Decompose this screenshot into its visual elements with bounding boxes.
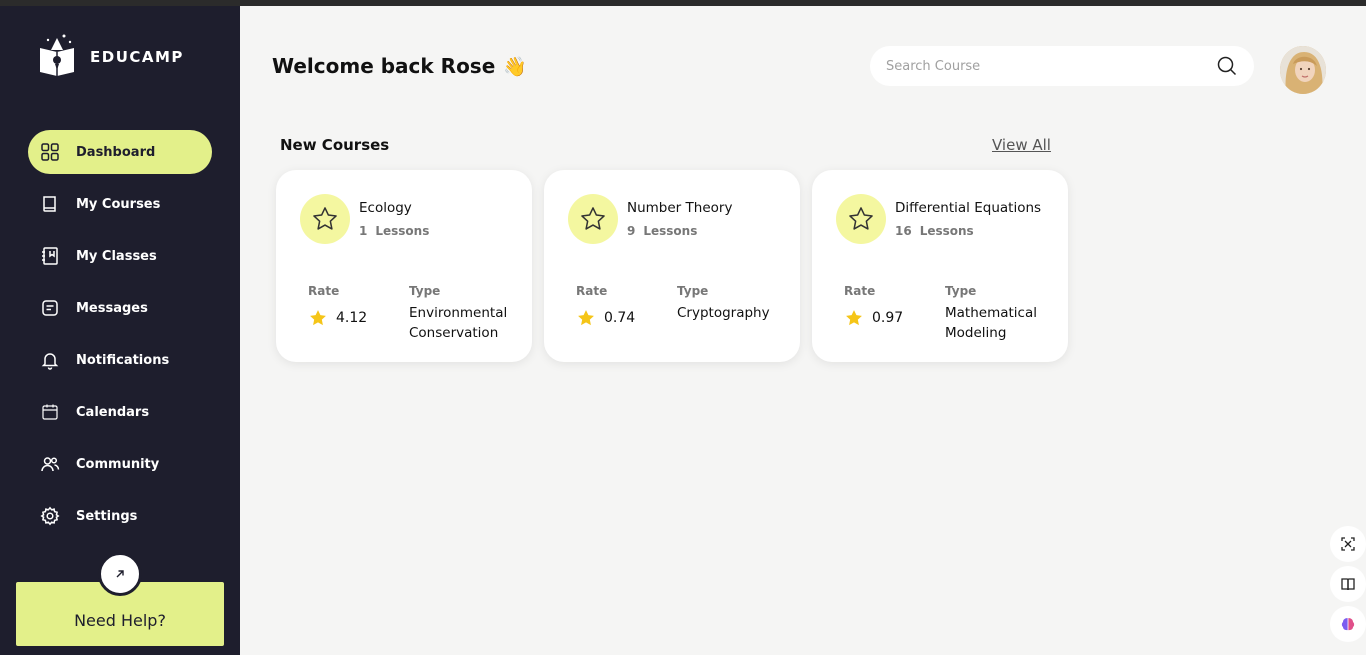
calendar-icon [40, 402, 60, 422]
lessons-label: Lessons [375, 224, 430, 238]
section-title-new-courses: New Courses [280, 136, 390, 154]
star-outline-icon [568, 194, 618, 244]
view-all-link[interactable]: View All [992, 136, 1051, 154]
lessons-label: Lessons [919, 224, 974, 238]
sidebar: EDUCAMP Dashboard My Courses My Classes … [0, 6, 240, 655]
type-label: Type [945, 284, 977, 298]
type-label: Type [677, 284, 709, 298]
course-type: Mathematical Modeling [945, 305, 1037, 341]
user-avatar-image [1280, 46, 1326, 94]
lessons-label: Lessons [643, 224, 698, 238]
sidebar-item-label: My Classes [76, 248, 157, 264]
sidebar-item-dashboard[interactable]: Dashboard [28, 130, 212, 174]
sidebar-item-my-classes[interactable]: My Classes [28, 234, 212, 278]
help-panel: Need Help? [16, 552, 224, 646]
avatar[interactable] [1280, 46, 1326, 94]
sidebar-item-calendars[interactable]: Calendars [28, 390, 212, 434]
star-outline-icon [300, 194, 350, 244]
main-content: Welcome back Rose 👋 New Courses View All… [240, 6, 1366, 655]
grid-icon [40, 142, 60, 162]
message-icon [40, 298, 60, 318]
search-icon[interactable] [1216, 55, 1238, 77]
sidebar-item-label: Dashboard [76, 144, 156, 160]
star-filled-icon [578, 310, 594, 326]
rate-label: Rate [844, 284, 876, 298]
open-book-icon [1341, 578, 1355, 591]
lesson-count: 1 [359, 224, 368, 238]
brand-logo[interactable]: EDUCAMP [34, 30, 184, 78]
notebook-icon [40, 246, 60, 266]
sidebar-item-settings[interactable]: Settings [28, 494, 212, 538]
course-card[interactable]: Ecology 1 Lessons Rate 4.12 Type Environm… [276, 170, 532, 362]
rate-value: 4.12 [336, 310, 368, 326]
course-card-list: Ecology 1 Lessons Rate 4.12 Type Environm… [276, 170, 1080, 362]
bell-icon [40, 350, 60, 370]
sidebar-item-label: My Courses [76, 196, 161, 212]
sidebar-item-label: Settings [76, 508, 138, 524]
sidebar-item-notifications[interactable]: Notifications [28, 338, 212, 382]
brain-icon [1341, 618, 1355, 631]
book-icon [40, 194, 60, 214]
book-logo-icon [40, 34, 74, 76]
course-type: Cryptography [677, 305, 770, 321]
course-title: Number Theory [627, 200, 733, 216]
rate-label: Rate [576, 284, 608, 298]
search-bar [870, 46, 1254, 86]
lesson-count: 16 [895, 224, 912, 238]
star-filled-icon [846, 310, 862, 326]
help-link-button[interactable] [98, 552, 142, 596]
star-filled-icon [310, 310, 326, 326]
course-type: Environmental Conservation [409, 305, 508, 341]
course-rate: 0.74 [576, 308, 635, 328]
users-icon [40, 454, 60, 474]
sidebar-item-label: Messages [76, 300, 148, 316]
sidebar-item-community[interactable]: Community [28, 442, 212, 486]
brand-name: EDUCAMP [90, 48, 184, 66]
capture-icon [1341, 537, 1355, 551]
screenshot-tool-button[interactable] [1330, 526, 1366, 562]
sidebar-item-my-courses[interactable]: My Courses [28, 182, 212, 226]
page-title: Welcome back Rose 👋 [272, 54, 527, 78]
rate-label: Rate [308, 284, 340, 298]
course-lessons: 1 Lessons [359, 224, 429, 238]
course-card[interactable]: Number Theory 9 Lessons Rate 0.74 Type Cr… [544, 170, 800, 362]
type-label: Type [409, 284, 441, 298]
wave-emoji: 👋 [503, 55, 527, 78]
reader-tool-button[interactable] [1330, 566, 1366, 602]
gear-icon [40, 506, 60, 526]
course-card[interactable]: Differential Equations 16 Lessons Rate 0.… [812, 170, 1068, 362]
sidebar-item-label: Notifications [76, 352, 170, 368]
lesson-count: 9 [627, 224, 636, 238]
search-input[interactable] [886, 58, 1216, 74]
star-outline-icon [836, 194, 886, 244]
course-title: Ecology [359, 200, 412, 216]
ai-assistant-button[interactable] [1330, 606, 1366, 642]
floating-toolbar [1326, 526, 1366, 646]
rate-value: 0.74 [604, 310, 636, 326]
sidebar-item-label: Calendars [76, 404, 150, 420]
course-lessons: 9 Lessons [627, 224, 697, 238]
course-rate: 0.97 [844, 308, 903, 328]
welcome-text: Welcome back Rose [272, 54, 496, 78]
course-rate: 4.12 [308, 308, 367, 328]
sidebar-nav: Dashboard My Courses My Classes Messages… [28, 130, 212, 546]
sidebar-item-label: Community [76, 456, 160, 472]
rate-value: 0.97 [872, 310, 904, 326]
course-lessons: 16 Lessons [895, 224, 974, 238]
arrow-up-right-icon [116, 570, 124, 578]
course-title: Differential Equations [895, 200, 1042, 216]
sidebar-item-messages[interactable]: Messages [28, 286, 212, 330]
